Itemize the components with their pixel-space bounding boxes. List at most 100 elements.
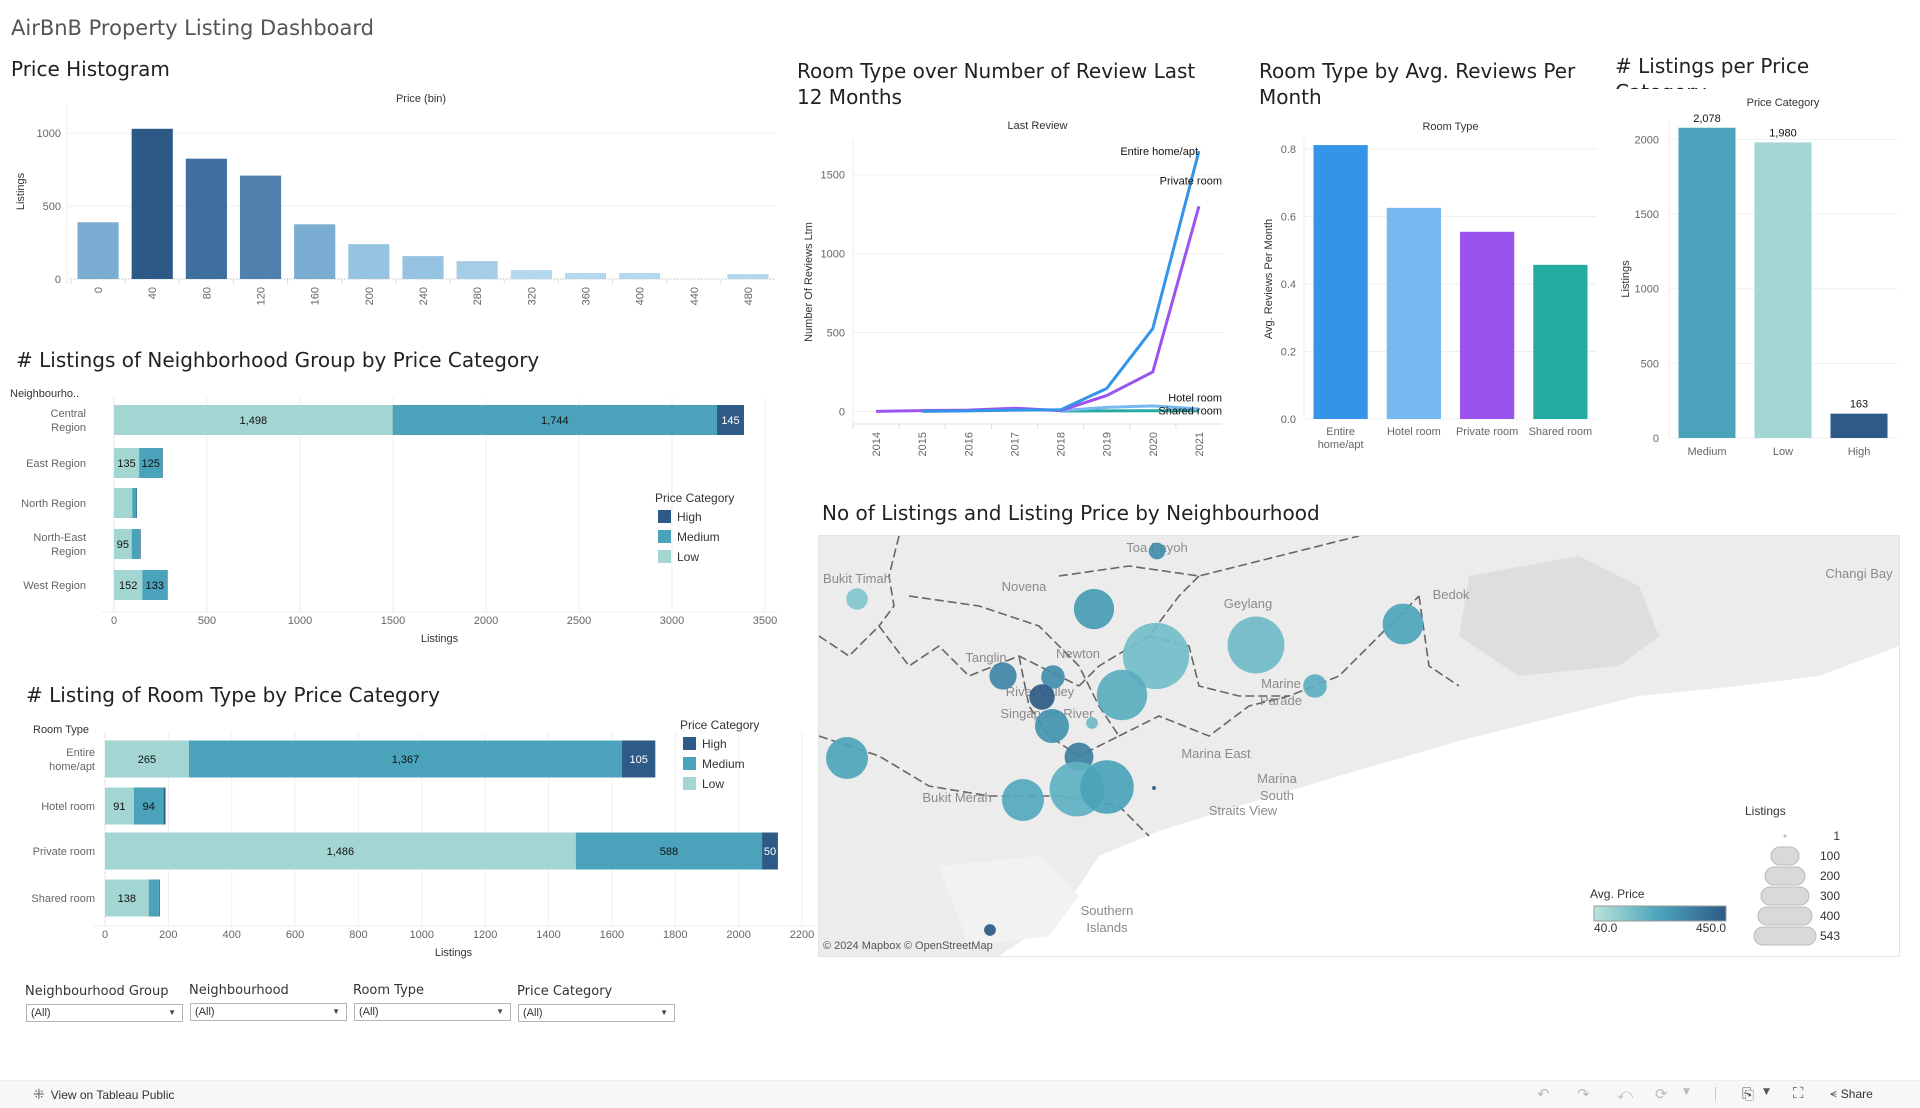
x-tick-label: 400 (635, 287, 647, 305)
bar-medium (1679, 128, 1736, 438)
download-icon[interactable]: ⎘ (1742, 1085, 1754, 1103)
y-tick-label: 0 (839, 406, 845, 418)
redo-icon[interactable]: ↷ (1577, 1085, 1590, 1103)
y-tick-label: 500 (43, 201, 61, 213)
legend-swatch-medium (658, 530, 671, 543)
bar-data-label: 135 (117, 458, 135, 470)
histogram-bar (727, 274, 768, 279)
bar-segment-low (114, 488, 132, 518)
legend-label-low: Low (677, 550, 699, 564)
dropdown-arrow-icon: ▼ (168, 1005, 176, 1021)
series-end-label: Entire home/apt (1120, 146, 1198, 158)
map-canvas[interactable]: Toa PayohBukit TimahNovenaGeylangBedokCh… (819, 536, 1899, 956)
filter-value: (All) (31, 1007, 51, 1019)
bar-high (1831, 414, 1888, 438)
filter-value: (All) (359, 1006, 379, 1018)
filter-neighbourhood-dropdown[interactable]: (All) ▼ (190, 1003, 347, 1021)
neighbourhood-map[interactable]: Toa PayohBukit TimahNovenaGeylangBedokCh… (818, 535, 1900, 957)
x-tick-label: Low (1773, 446, 1793, 458)
x-tick-label: 2018 (1056, 432, 1068, 456)
refresh-icon[interactable]: ⟳ (1655, 1085, 1668, 1103)
undo-icon[interactable]: ↶ (1537, 1085, 1550, 1103)
neighbourhood-group-chart[interactable]: Neighbourho..050010001500200025003000350… (0, 380, 800, 660)
x-tick-label: 2019 (1102, 432, 1114, 456)
price-histogram-chart[interactable]: Price (bin)05001000Listings0408012016020… (0, 88, 785, 328)
share-icon: ⪪ (1830, 1086, 1837, 1101)
size-legend-mark (1771, 847, 1799, 865)
series-line-entire-home-apt (922, 151, 1199, 411)
size-legend-label: 543 (1820, 929, 1840, 943)
x-tick-label: 0 (111, 615, 117, 627)
x-tick-label: 500 (198, 615, 216, 627)
filter-price-category-dropdown[interactable]: (All) ▼ (518, 1004, 675, 1022)
x-axis-title: Listings (421, 633, 459, 645)
row-label: Hotel room (41, 801, 95, 813)
x-axis-title: Price Category (1747, 97, 1820, 109)
x-tick-label: 2000 (726, 929, 750, 941)
chevron-down-icon[interactable]: ▼ (1763, 1087, 1770, 1097)
reviews-ltm-chart[interactable]: Last Review050010001500Number Of Reviews… (790, 112, 1230, 457)
row-label: Central (51, 408, 86, 420)
filter-neighbourhood-group-dropdown[interactable]: (All) ▼ (26, 1004, 183, 1022)
y-tick-label: 1000 (37, 128, 61, 140)
view-on-tableau-public-link[interactable]: ⁜ View on Tableau Public (33, 1086, 174, 1103)
map-place-label: Marine (1261, 676, 1301, 691)
room-type-price-chart[interactable]: Room Type0200400600800100012001400160018… (0, 715, 820, 970)
x-tick-label: 280 (472, 287, 484, 305)
y-tick-label: 1500 (1635, 209, 1659, 221)
size-legend-mark (1784, 835, 1787, 838)
y-axis-title: Number Of Reviews Ltm (803, 222, 815, 342)
bar-data-label: 138 (118, 893, 136, 905)
chevron-down-icon[interactable]: ▼ (1683, 1087, 1690, 1097)
histogram-bar (402, 256, 443, 279)
size-legend-label: 300 (1820, 889, 1840, 903)
bar-data-label: 50 (764, 846, 776, 858)
filter-label-room-type: Room Type (353, 983, 424, 998)
row-header: Neighbourho.. (10, 388, 79, 400)
avg-reviews-title: Room Type by Avg. Reviews Per Month (1259, 58, 1599, 110)
y-tick-label: 0.4 (1281, 279, 1296, 291)
bar-segment-high (162, 448, 163, 478)
data-label: 163 (1850, 399, 1868, 411)
x-tick-label: 160 (310, 287, 322, 305)
filter-room-type-dropdown[interactable]: (All) ▼ (354, 1003, 511, 1021)
reviews-ltm-title: Room Type over Number of Review Last 12 … (797, 58, 1217, 110)
data-label: 1,980 (1769, 127, 1797, 139)
x-tick-label: 1800 (663, 929, 687, 941)
avg-reviews-chart[interactable]: Room Type0.00.20.40.60.8Avg. Reviews Per… (1255, 112, 1605, 462)
map-attribution: © 2024 Mapbox © OpenStreetMap (823, 940, 993, 952)
revert-icon[interactable]: ⤺ (1617, 1085, 1633, 1103)
histogram-bar (132, 129, 173, 279)
map-place-label: Southern (1081, 903, 1134, 918)
series-line-private-room (876, 206, 1199, 411)
map-bubble-bukit-timah (846, 588, 868, 610)
map-bubble-river-valley (1035, 709, 1069, 743)
x-tick-label: 2015 (917, 432, 929, 456)
map-bubble-orchard (1029, 684, 1054, 709)
filter-value: (All) (523, 1007, 543, 1019)
x-tick-label: 120 (256, 287, 268, 305)
legend-label-high: High (702, 737, 727, 751)
price-histogram-title: Price Histogram (11, 56, 170, 82)
map-place-label: Marina (1257, 771, 1298, 786)
size-legend-label: 100 (1820, 849, 1840, 863)
listings-per-price-chart[interactable]: Price Category0500100015002000Listings2,… (1610, 90, 1910, 465)
share-button[interactable]: ⪪ Share (1830, 1086, 1873, 1101)
x-axis-title: Room Type (1422, 121, 1478, 133)
filter-label-price-category: Price Category (517, 984, 612, 999)
y-tick-label: 500 (827, 327, 845, 339)
bar-segment-high (159, 880, 160, 917)
color-legend-ramp (1594, 906, 1726, 921)
histogram-bar (294, 224, 335, 279)
map-bubble-queenstown (826, 737, 868, 779)
map-place-label: Novena (1002, 579, 1048, 594)
map-place-label: Bedok (1433, 587, 1470, 602)
map-bubble-rochor (1097, 670, 1147, 720)
map-place-label: Marina East (1181, 746, 1251, 761)
color-legend-max: 450.0 (1696, 921, 1726, 935)
map-bubble-outram (1080, 760, 1134, 814)
y-tick-label: 0.6 (1281, 212, 1296, 224)
x-axis-title: Last Review (1008, 120, 1068, 132)
bar-data-label: 1,498 (240, 415, 268, 427)
fullscreen-icon[interactable]: ⛶ (1793, 1084, 1804, 1102)
